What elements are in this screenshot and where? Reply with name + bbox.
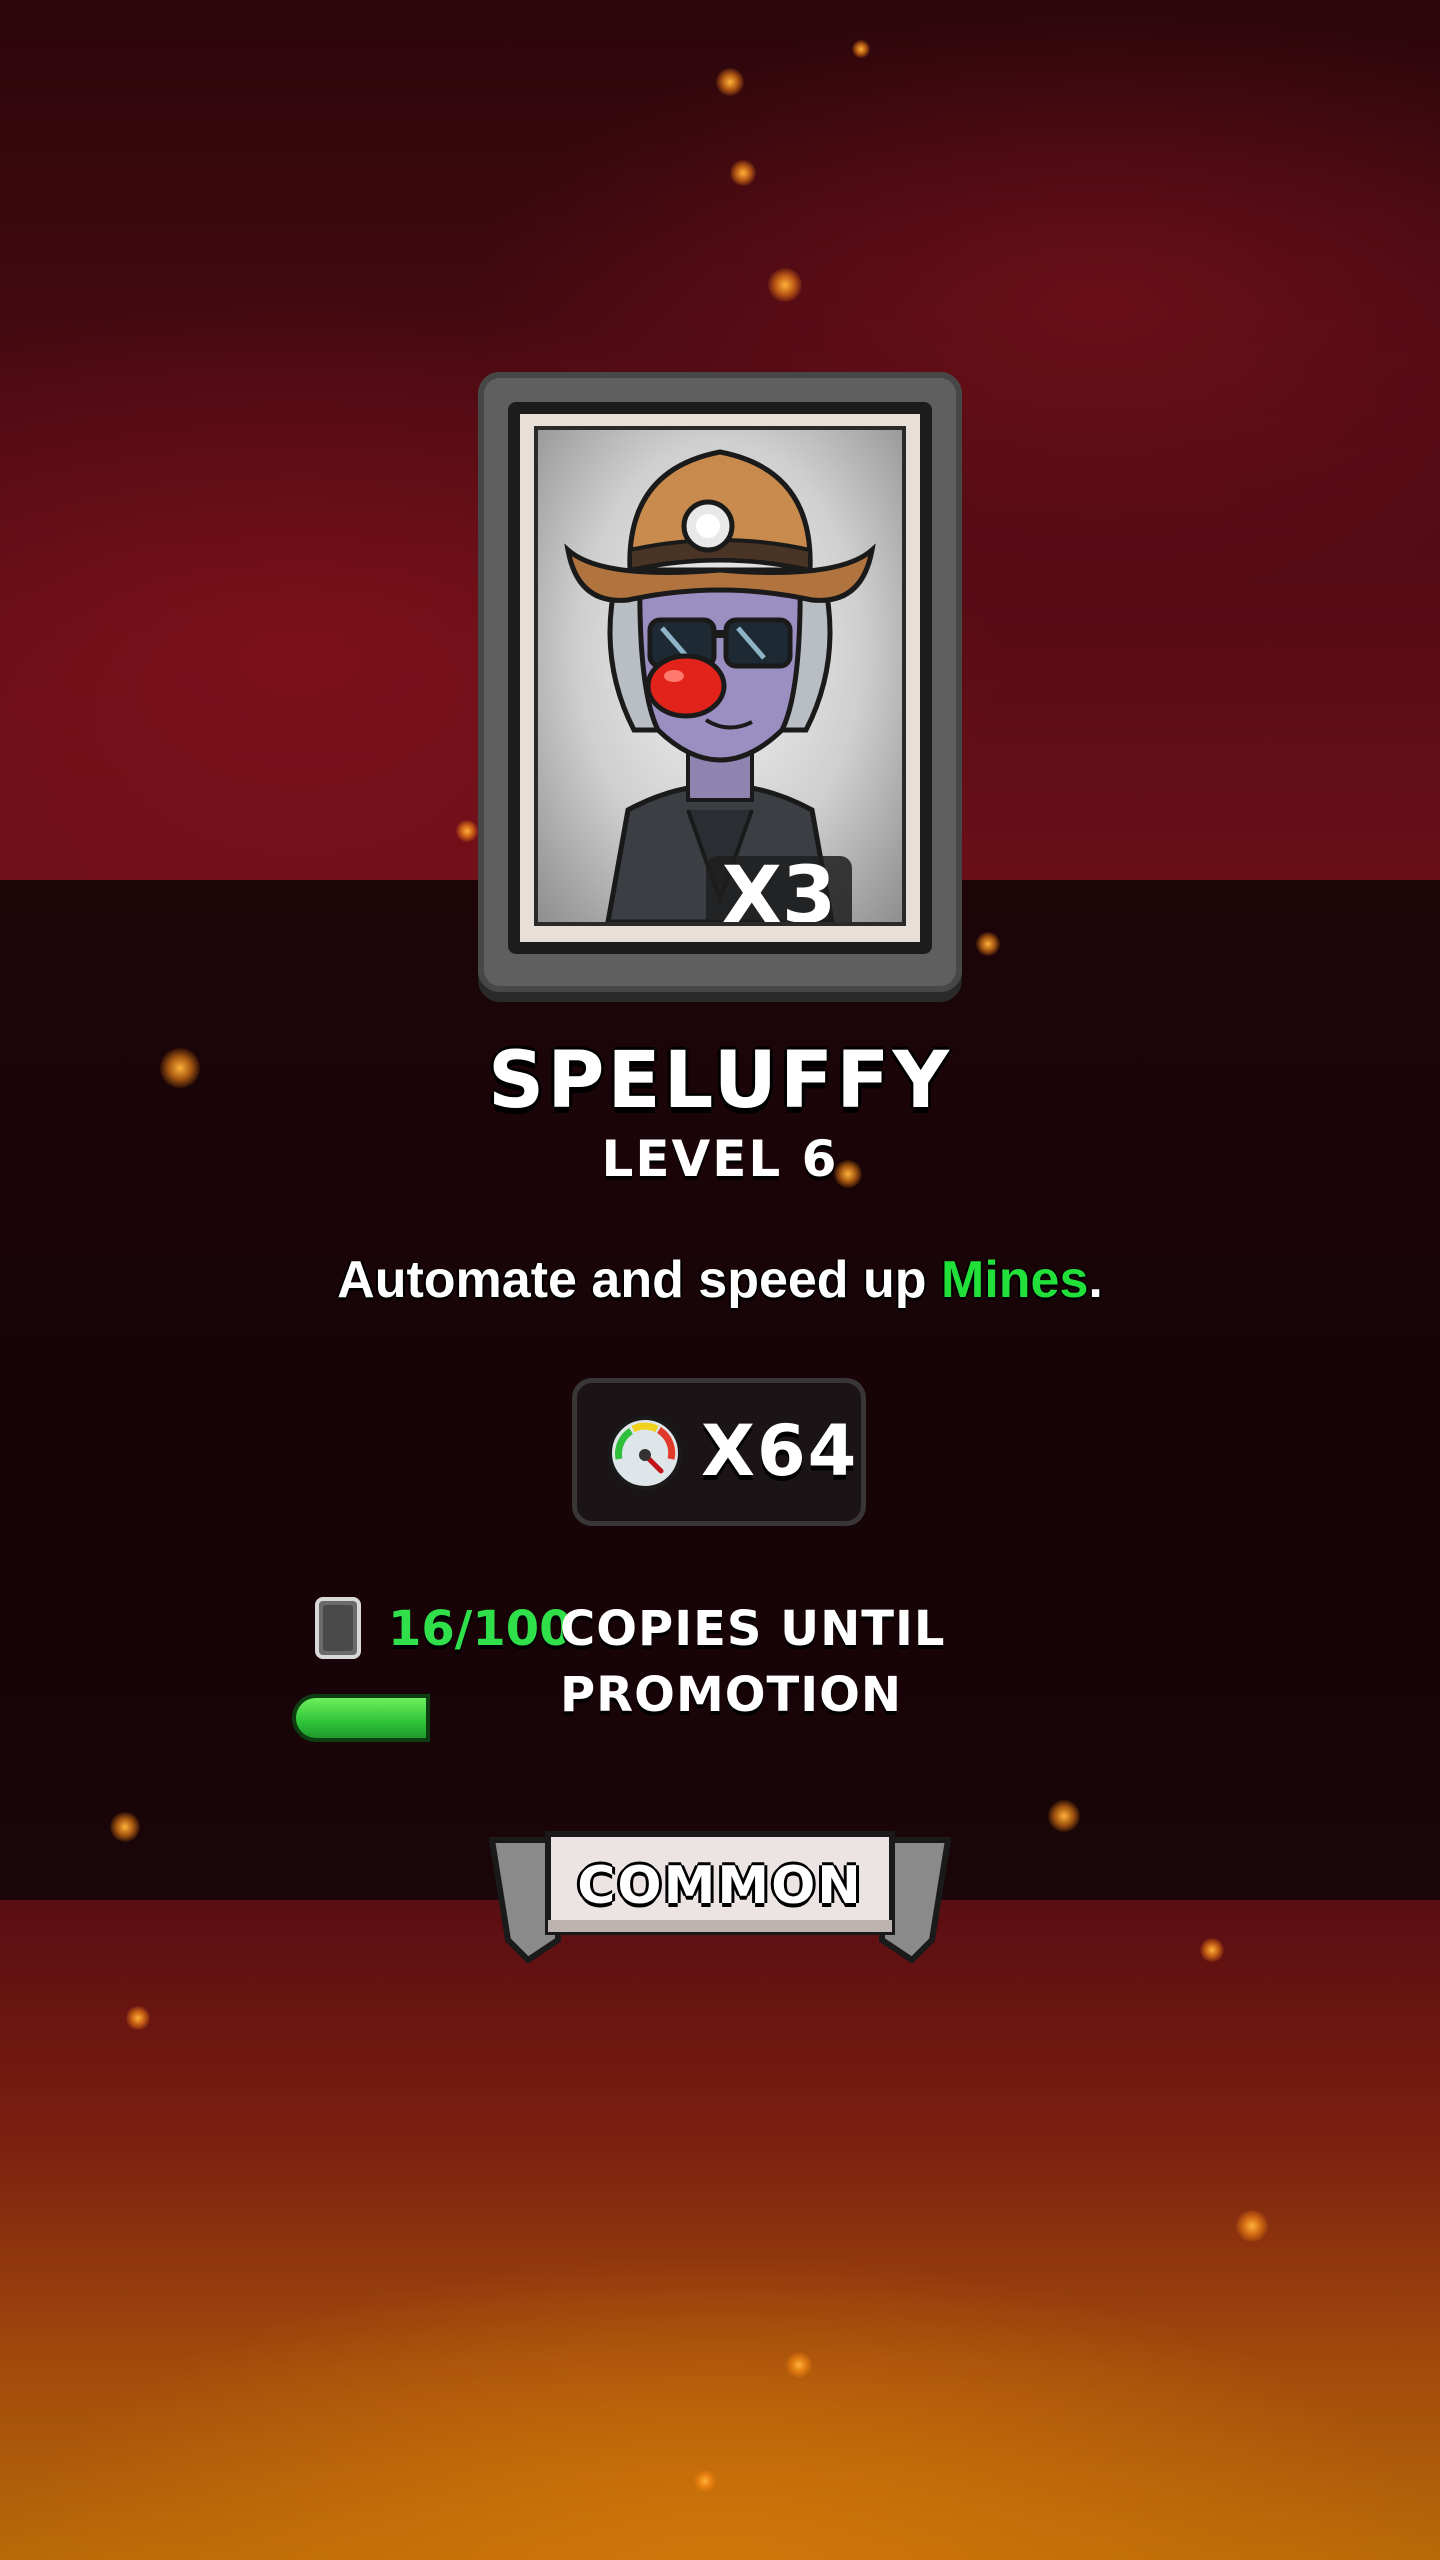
character-description: Automate and speed up Mines. xyxy=(0,1250,1440,1310)
card-multiplier-badge: X3 xyxy=(706,856,852,922)
copies-count: 16/100 xyxy=(388,1601,573,1657)
ember-particle xyxy=(716,68,744,96)
promotion-progress-fill xyxy=(292,1694,430,1742)
character-name: SPELUFFY xyxy=(488,1036,952,1126)
boost-multiplier-box: X64 xyxy=(572,1378,866,1526)
background-bottom xyxy=(0,1900,1440,2560)
ember-particle xyxy=(694,2470,716,2492)
ember-particle xyxy=(456,820,478,842)
character-level: LEVEL 6 xyxy=(601,1130,839,1188)
card-mat: X3 xyxy=(520,414,920,942)
description-prefix: Automate and speed up xyxy=(337,1251,941,1309)
speedometer-icon xyxy=(608,1416,682,1490)
ember-particle xyxy=(786,2352,812,2378)
ember-particle xyxy=(1048,1800,1080,1832)
card-portrait: X3 xyxy=(534,426,906,926)
ember-particle xyxy=(768,268,802,302)
ember-particle xyxy=(730,160,756,186)
ember-particle xyxy=(852,40,870,58)
ember-particle xyxy=(976,932,1000,956)
ember-particle xyxy=(126,2006,150,2030)
promotion-row: 16/100 COPIES UNTIL PROMOTION xyxy=(310,1594,1210,1723)
rarity-label: COMMON xyxy=(577,1856,863,1916)
card-inner-border: X3 xyxy=(508,402,932,954)
speluffy-portrait-icon xyxy=(564,449,876,922)
character-card[interactable]: X3 xyxy=(478,372,962,992)
ember-particle xyxy=(1200,1938,1224,1962)
ember-particle xyxy=(1236,2210,1268,2242)
description-suffix: . xyxy=(1088,1251,1103,1309)
description-highlight: Mines xyxy=(941,1251,1089,1309)
card-copy-icon xyxy=(315,1597,361,1659)
promotion-progress-bar xyxy=(292,1694,1152,1742)
boost-value: X64 xyxy=(701,1410,859,1492)
ember-particle xyxy=(110,1812,140,1842)
